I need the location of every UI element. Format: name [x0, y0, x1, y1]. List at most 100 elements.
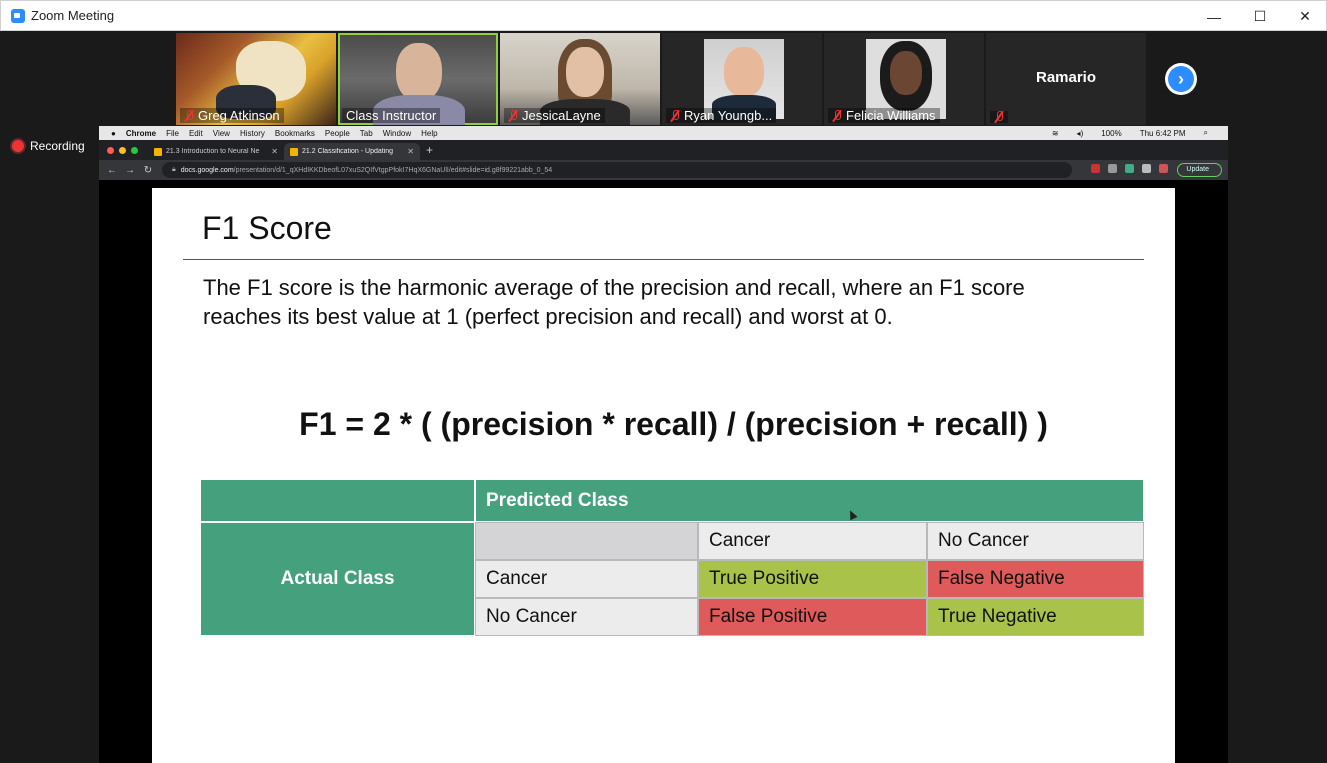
- participant-name: Felicia Williams: [846, 108, 936, 123]
- extension-icon[interactable]: [1091, 164, 1100, 173]
- browser-tab-strip: 21.3 Introduction to Neural Ne ✕ 21.2 Cl…: [99, 140, 1228, 160]
- close-window-icon[interactable]: [107, 147, 114, 154]
- back-icon[interactable]: ←: [103, 165, 121, 176]
- menu-file[interactable]: File: [166, 129, 179, 138]
- col-header-no-cancer: No Cancer: [927, 522, 1144, 560]
- participant-name-tag: Felicia Williams: [828, 108, 940, 123]
- next-participants-button[interactable]: ›: [1165, 63, 1197, 95]
- participant-name: JessicaLayne: [522, 108, 601, 123]
- wifi-icon[interactable]: ≋: [1052, 129, 1059, 138]
- predicted-class-header: Predicted Class: [475, 479, 1144, 522]
- participant-tile[interactable]: Ramario: [986, 33, 1146, 125]
- slide-body: The F1 score is the harmonic average of …: [203, 275, 1025, 329]
- forward-icon[interactable]: →: [121, 165, 139, 176]
- mic-muted-icon: [832, 109, 842, 122]
- cell-false-positive: False Positive: [698, 598, 927, 636]
- reload-icon[interactable]: ↻: [139, 165, 157, 176]
- participant-name-tag: Class Instructor: [342, 108, 441, 123]
- window-traffic-lights: [107, 147, 138, 154]
- menu-tab[interactable]: Tab: [360, 129, 373, 138]
- clock[interactable]: Thu 6:42 PM: [1140, 129, 1186, 138]
- update-button[interactable]: Update: [1177, 163, 1222, 177]
- participant-name-tag: Greg Atkinson: [180, 108, 284, 123]
- participant-name-tag: [990, 111, 1008, 123]
- participant-strip: Greg Atkinson Class Instructor JessicaLa…: [176, 33, 1146, 125]
- presentation-slide: F1 Score The F1 score is the harmonic av…: [152, 188, 1175, 763]
- mac-status-area: ≋ ◂) 100% Thu 6:42 PM ⌕: [1052, 126, 1218, 140]
- participant-name-tag: JessicaLayne: [504, 108, 605, 123]
- participant-tile[interactable]: JessicaLayne: [500, 33, 660, 125]
- participant-video-person: [890, 51, 922, 95]
- apple-icon[interactable]: ●: [111, 129, 116, 138]
- recording-indicator[interactable]: Recording: [12, 139, 85, 153]
- cell-false-negative: False Negative: [927, 560, 1144, 598]
- cell-true-negative: True Negative: [927, 598, 1144, 636]
- chevron-right-icon: ›: [1168, 66, 1194, 92]
- col-header-cancer: Cancer: [698, 522, 927, 560]
- matrix-blank-cell: [475, 522, 698, 560]
- slides-favicon-icon: [290, 147, 298, 156]
- participant-name: Greg Atkinson: [198, 108, 280, 123]
- profile-avatar[interactable]: [1159, 164, 1168, 173]
- maximize-button[interactable]: ☐: [1237, 1, 1283, 32]
- address-bar[interactable]: 🔒︎ docs.google.com /presentation/d/1_qXH…: [162, 162, 1072, 178]
- mic-muted-icon: [994, 111, 1004, 123]
- battery-percent[interactable]: 100%: [1101, 129, 1121, 138]
- window-titlebar: Zoom Meeting — ☐ ✕: [0, 0, 1327, 31]
- menu-history[interactable]: History: [240, 129, 265, 138]
- title-divider: [183, 259, 1144, 260]
- zoom-window-icon[interactable]: [131, 147, 138, 154]
- menu-window[interactable]: Window: [383, 129, 411, 138]
- minimize-window-icon[interactable]: [119, 147, 126, 154]
- record-icon: [12, 140, 24, 152]
- zoom-logo-icon: [11, 8, 25, 23]
- slides-favicon-icon: [154, 147, 162, 156]
- slide-title: F1 Score: [202, 210, 332, 246]
- close-tab-icon[interactable]: ✕: [271, 147, 278, 156]
- menu-bookmarks[interactable]: Bookmarks: [275, 129, 315, 138]
- window-title: Zoom Meeting: [31, 8, 115, 23]
- mic-muted-icon: [670, 109, 680, 122]
- participant-display-name: Ramario: [1035, 69, 1097, 86]
- matrix-corner: [200, 479, 475, 522]
- participant-video: [396, 43, 442, 101]
- tab-title: 21.2 Classification - Updating: [302, 148, 394, 155]
- menu-help[interactable]: Help: [421, 129, 437, 138]
- participant-tile[interactable]: Greg Atkinson: [176, 33, 336, 125]
- participant-name: Class Instructor: [346, 108, 437, 123]
- participant-tile[interactable]: Felicia Williams: [824, 33, 984, 125]
- cell-true-positive: True Positive: [698, 560, 927, 598]
- menu-people[interactable]: People: [325, 129, 350, 138]
- actual-class-header: Actual Class: [200, 522, 475, 636]
- recording-label: Recording: [30, 139, 85, 153]
- participant-tile-active-speaker[interactable]: Class Instructor: [338, 33, 498, 125]
- volume-icon[interactable]: ◂): [1077, 129, 1084, 138]
- new-tab-icon[interactable]: +: [426, 143, 433, 157]
- shared-screen: ● Chrome File Edit View History Bookmark…: [99, 126, 1228, 763]
- extension-icon[interactable]: [1108, 164, 1117, 173]
- participant-tile[interactable]: Ryan Youngb...: [662, 33, 822, 125]
- lock-icon: 🔒︎: [172, 166, 176, 173]
- puzzle-icon[interactable]: [1142, 164, 1151, 173]
- spotlight-search-icon[interactable]: ⌕: [1204, 128, 1208, 138]
- tab-title: 21.3 Introduction to Neural Ne: [166, 148, 260, 155]
- url-domain: docs.google.com: [180, 166, 234, 174]
- browser-tab[interactable]: 21.3 Introduction to Neural Ne ✕: [148, 143, 284, 160]
- menu-app-name[interactable]: Chrome: [126, 129, 156, 138]
- participant-video-person: [566, 47, 604, 97]
- participant-name-tag: Ryan Youngb...: [666, 108, 777, 123]
- minimize-button[interactable]: —: [1191, 1, 1237, 32]
- menu-view[interactable]: View: [213, 129, 230, 138]
- close-tab-icon[interactable]: ✕: [407, 147, 414, 156]
- url-path: /presentation/d/1_qXHdIKKDbeofL07xuS2QIf…: [233, 166, 553, 174]
- browser-toolbar: ← → ↻ 🔒︎ docs.google.com /presentation/d…: [99, 160, 1228, 180]
- mic-muted-icon: [184, 109, 194, 122]
- confusion-matrix: Predicted Class Actual Class Cancer No C…: [200, 479, 1144, 636]
- extension-icon[interactable]: [1125, 164, 1134, 173]
- extension-icons: [1091, 164, 1168, 173]
- browser-tab-active[interactable]: 21.2 Classification - Updating ✕: [284, 143, 420, 160]
- f1-formula: F1 = 2 * ( (precision * recall) / (preci…: [299, 406, 1048, 442]
- close-button[interactable]: ✕: [1282, 1, 1327, 32]
- row-header-no-cancer: No Cancer: [475, 598, 698, 636]
- menu-edit[interactable]: Edit: [189, 129, 203, 138]
